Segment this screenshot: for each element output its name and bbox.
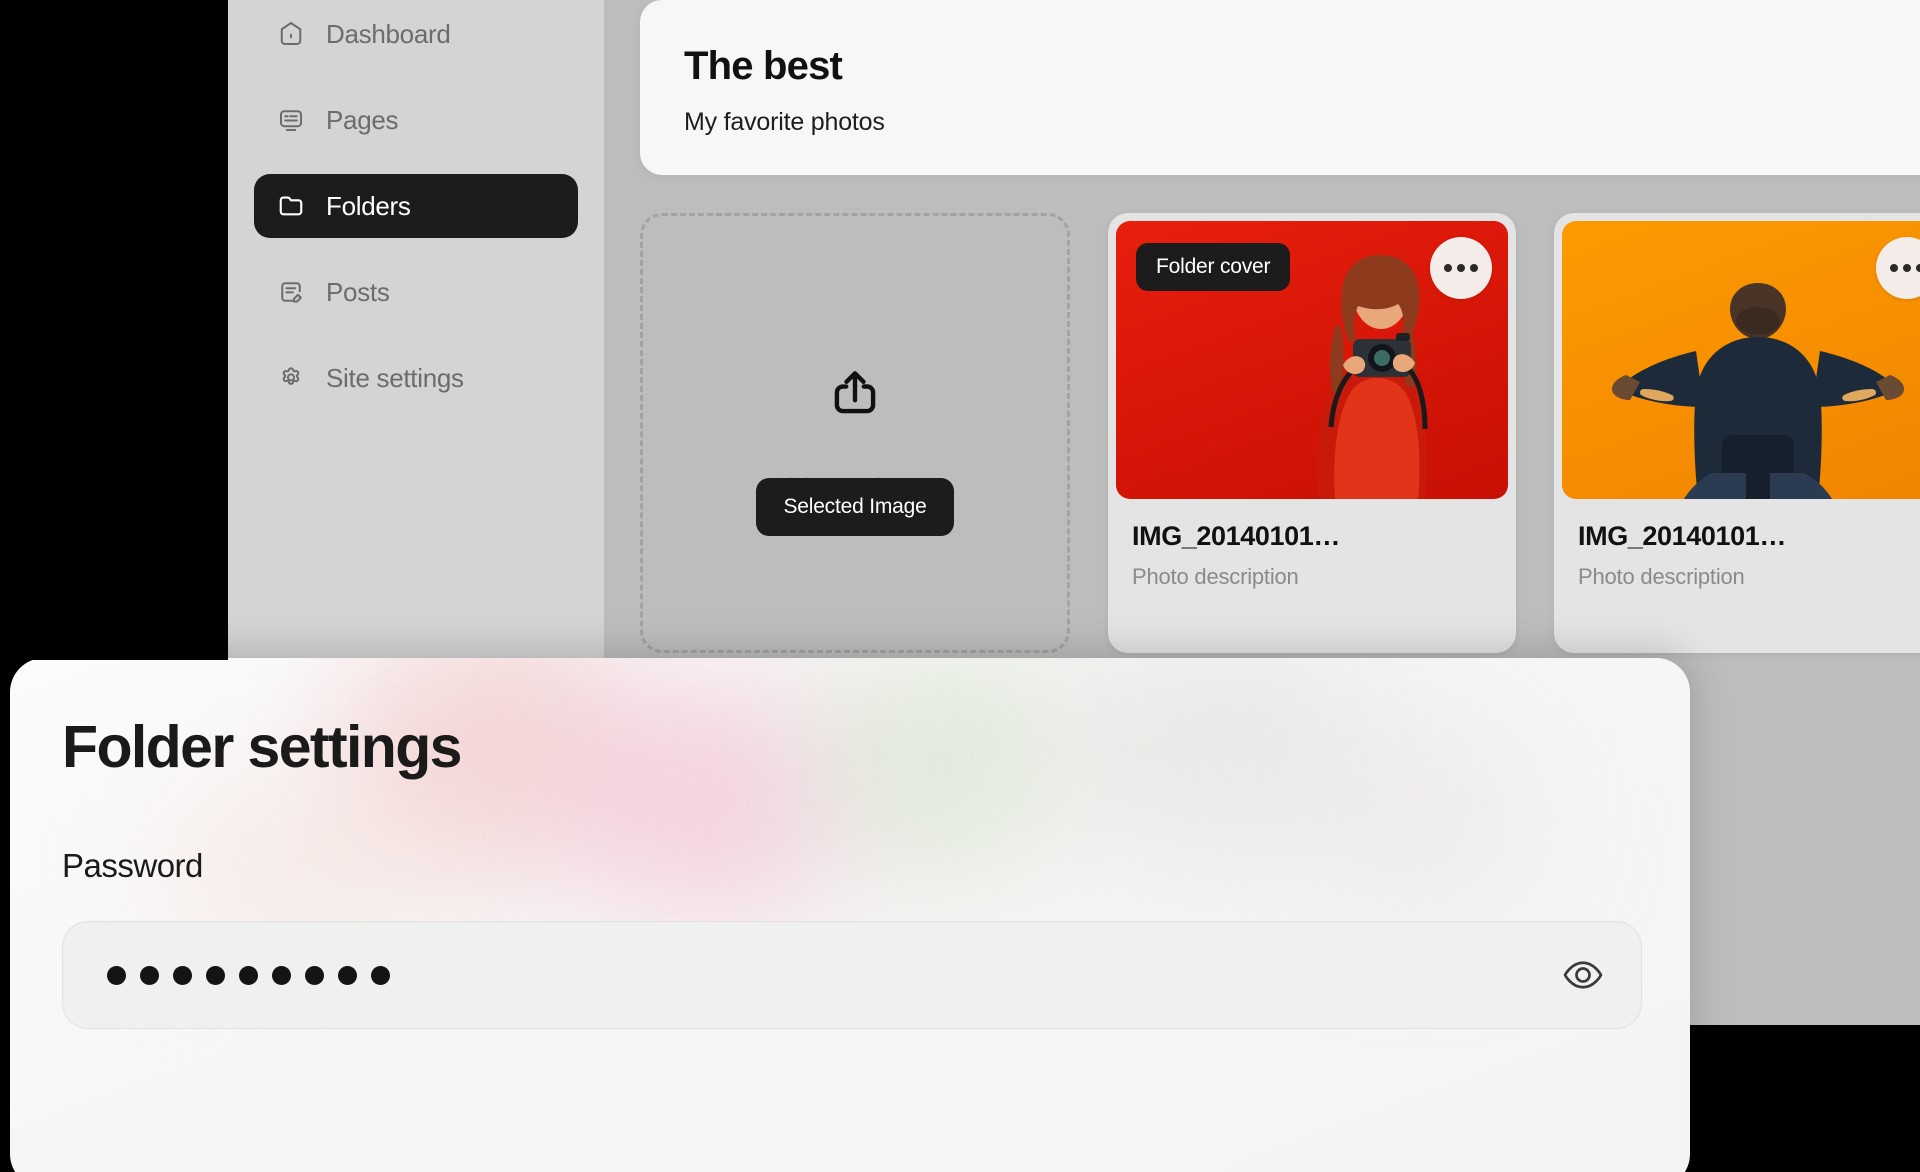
- folder-icon: [276, 191, 306, 221]
- password-input[interactable]: [62, 921, 1642, 1029]
- screen-frame-left: [0, 0, 228, 660]
- sidebar-item-label: Pages: [326, 105, 399, 135]
- screen-root: Dashboard Pages Folders Posts Site setti…: [0, 0, 1920, 1172]
- eye-icon[interactable]: [1559, 951, 1607, 999]
- folder-header-card: The best My favorite photos: [640, 0, 1920, 175]
- sidebar-item-dashboard[interactable]: Dashboard: [254, 2, 578, 66]
- folder-settings-body: Folder settings Password: [10, 658, 1690, 1029]
- folder-settings-modal: Folder settings Password: [10, 658, 1690, 1172]
- sidebar-item-folders[interactable]: Folders: [254, 174, 578, 238]
- gear-icon: [276, 363, 306, 393]
- more-horizontal-icon: [1890, 264, 1898, 272]
- photo-meta: IMG_20140101… Photo description: [1562, 499, 1920, 616]
- photo-more-menu-button[interactable]: [1430, 237, 1492, 299]
- photo-thumbnail: [1562, 221, 1920, 499]
- photo-title: IMG_20140101…: [1578, 521, 1786, 551]
- add-new-image-dropzone[interactable]: Add new image Selected Image: [640, 213, 1070, 653]
- pages-icon: [276, 105, 306, 135]
- page-title: The best: [684, 44, 843, 88]
- modal-title: Folder settings: [62, 714, 462, 780]
- upload-share-icon: [824, 363, 886, 430]
- photo-thumbnail: Folder cover: [1116, 221, 1508, 499]
- sidebar-item-label: Posts: [326, 277, 390, 307]
- sidebar-item-label: Dashboard: [326, 19, 451, 49]
- password-masked-value: [107, 965, 390, 985]
- selected-image-chip[interactable]: Selected Image: [756, 478, 954, 536]
- more-horizontal-icon: [1444, 264, 1452, 272]
- photo-gallery: Add new image Selected Image Folder cove…: [640, 213, 1920, 653]
- photo-description: Photo description: [1578, 564, 1745, 589]
- dashboard-icon: [276, 19, 306, 49]
- photo-meta: IMG_20140101… Photo description: [1116, 499, 1508, 616]
- photo-subject-silhouette: [1612, 283, 1904, 499]
- password-field-label: Password: [62, 847, 203, 884]
- sidebar-item-label: Folders: [326, 191, 411, 221]
- photo-card[interactable]: Folder cover IMG_20140101… Photo descrip…: [1108, 213, 1516, 653]
- folder-cover-badge: Folder cover: [1136, 243, 1291, 291]
- sidebar-item-site-settings[interactable]: Site settings: [254, 346, 578, 410]
- sidebar-primary-nav: Dashboard Pages Folders Posts Site setti…: [254, 0, 578, 432]
- posts-edit-icon: [276, 277, 306, 307]
- sidebar-item-posts[interactable]: Posts: [254, 260, 578, 324]
- photo-description: Photo description: [1132, 564, 1299, 589]
- sidebar-item-label: Site settings: [326, 363, 464, 393]
- page-subtitle: My favorite photos: [684, 108, 885, 136]
- screen-frame-bottom-right: [1690, 1025, 1920, 1172]
- photo-card[interactable]: IMG_20140101… Photo description: [1554, 213, 1920, 653]
- sidebar-item-pages[interactable]: Pages: [254, 88, 578, 152]
- photo-title: IMG_20140101…: [1132, 521, 1340, 551]
